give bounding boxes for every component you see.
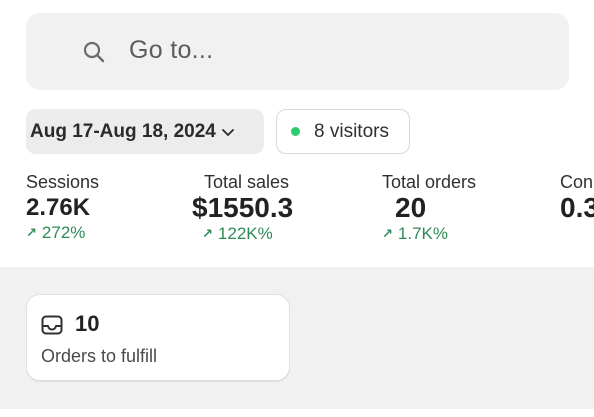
metric-change: ↗ 272%: [26, 223, 99, 243]
orders-to-fulfill-card[interactable]: 10 Orders to fulfill: [26, 294, 290, 381]
search-bar[interactable]: Go to...: [26, 13, 569, 90]
metric-change-value: 1.7K%: [397, 224, 448, 243]
metric-value: 2.76K: [26, 194, 91, 221]
metric-value: 0.3: [560, 192, 594, 223]
search-placeholder: Go to...: [129, 36, 214, 64]
search-icon: [82, 40, 106, 64]
metric-change-value: 272%: [41, 223, 86, 242]
trend-up-icon: ↗: [26, 225, 37, 240]
metric-label: Con: [560, 172, 594, 192]
metric-sessions[interactable]: Sessions 2.76K ↗ 272%: [26, 172, 99, 243]
metric-total-sales[interactable]: Total sales $1550.3 ↗ 122K%: [192, 172, 293, 244]
chevron-down-icon: [220, 124, 236, 140]
metric-value: 20: [395, 192, 427, 223]
metric-change: ↗ 1.7K%: [382, 224, 476, 244]
visitors-label: 8 visitors: [314, 120, 389, 142]
date-range-label: Aug 17-Aug 18, 2024: [30, 120, 216, 142]
date-range-button[interactable]: Aug 17-Aug 18, 2024: [26, 109, 264, 154]
online-dot-icon: [291, 127, 300, 136]
metric-label: Total orders: [382, 172, 477, 192]
trend-up-icon: ↗: [202, 226, 213, 241]
trend-up-icon: ↗: [382, 226, 393, 241]
inbox-icon: [41, 315, 63, 340]
fulfill-label: Orders to fulfill: [41, 346, 158, 366]
metric-total-orders[interactable]: Total orders 20 ↗ 1.7K%: [382, 172, 476, 244]
metric-value: $1550.3: [192, 192, 294, 223]
fulfill-count: 10: [75, 311, 100, 336]
metric-label: Sessions: [26, 172, 100, 192]
metric-change: ↗ 122K%: [192, 224, 293, 244]
metric-label: Total sales: [204, 172, 290, 192]
metric-conversion[interactable]: Con 0.3: [560, 172, 594, 222]
live-visitors-button[interactable]: 8 visitors: [276, 109, 410, 154]
metric-change-value: 122K%: [217, 224, 273, 243]
